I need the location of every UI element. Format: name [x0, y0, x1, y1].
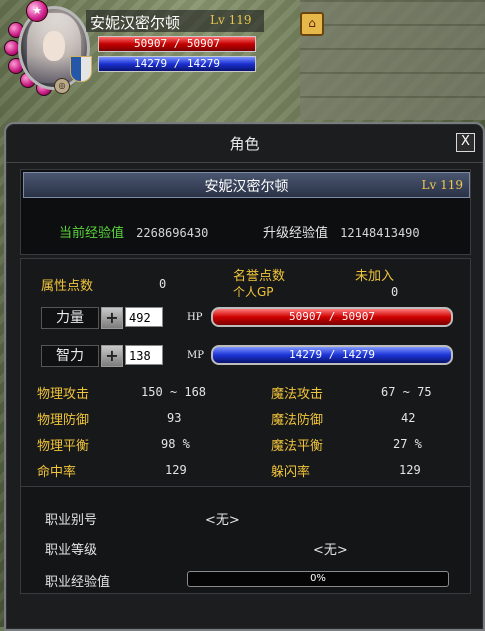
- mp-label: MP: [187, 350, 204, 361]
- character-name: 安妮汉密尔顿: [204, 179, 289, 195]
- hit-value: 129: [165, 463, 187, 477]
- close-button[interactable]: X: [456, 133, 475, 152]
- personal-gp-value: 0: [391, 285, 399, 299]
- current-exp-value: 2268696430: [136, 226, 209, 240]
- hud-name-plate: 安妮汉密尔顿 Lv 119: [86, 10, 264, 32]
- mag-def-value: 42: [401, 411, 416, 425]
- phys-attack-value: 150 ~ 168: [141, 385, 207, 399]
- house-icon[interactable]: ⌂: [300, 12, 324, 36]
- phys-balance-value: 98 %: [161, 437, 190, 451]
- upgrade-exp-value: 12148413490: [340, 226, 420, 240]
- level-gem-icon: ★: [26, 0, 48, 22]
- upgrade-exp-label: 升级经验值: [263, 226, 329, 241]
- mag-attack-value: 67 ~ 75: [381, 385, 432, 399]
- job-alias-label: 职业别号: [45, 513, 98, 528]
- player-hud: ★ ◎ 安妮汉密尔顿 Lv 119 50907 / 50907 14279 / …: [0, 0, 300, 100]
- hp-label: HP: [187, 312, 203, 323]
- job-alias-value: <无>: [205, 513, 240, 528]
- hit-label: 命中率: [37, 465, 77, 480]
- character-info-box: 安妮汉密尔顿 Lv 119 当前经验值 2268696430 升级经验值 121…: [20, 169, 471, 255]
- hud-mp-bar: 14279 / 14279: [98, 56, 256, 72]
- job-info-box: 职业别号 <无> 职业等级 <无> 职业经验值 0%: [20, 486, 471, 594]
- attr-points-value: 0: [159, 277, 167, 291]
- job-level-value: <无>: [313, 543, 348, 558]
- mag-def-label: 魔法防御: [271, 413, 324, 428]
- personal-gp-label: 个人GP: [233, 285, 274, 299]
- intelligence-plus-button[interactable]: +: [101, 345, 123, 367]
- attr-points-label: 属性点数: [41, 279, 94, 294]
- close-icon: X: [461, 134, 470, 149]
- intelligence-value: 138: [125, 345, 163, 365]
- plus-icon: +: [105, 308, 119, 327]
- phys-attack-label: 物理攻击: [37, 387, 90, 402]
- character-panel: 角色 X 安妮汉密尔顿 Lv 119 当前经验值 2268696430 升级经验…: [4, 122, 485, 631]
- hud-player-name: 安妮汉密尔顿: [90, 14, 181, 32]
- strength-plus-button[interactable]: +: [101, 307, 123, 329]
- menu-badge-icon[interactable]: ◎: [54, 78, 70, 94]
- stats-box: 属性点数 0 名誉点数 个人GP 未加入 0 力量 + 492 HP 50907…: [20, 258, 471, 490]
- character-name-bar: 安妮汉密尔顿 Lv 119: [23, 172, 470, 198]
- phys-balance-label: 物理平衡: [37, 439, 90, 454]
- job-exp-text: 0%: [310, 573, 326, 584]
- mag-attack-label: 魔法攻击: [271, 387, 324, 402]
- dodge-label: 躲闪率: [271, 465, 311, 480]
- job-exp-bar: 0%: [187, 571, 449, 587]
- hud-level: Lv 119: [210, 13, 252, 27]
- mp-bar: 14279 / 14279: [211, 345, 453, 365]
- dodge-value: 129: [399, 463, 421, 477]
- panel-title: 角色: [229, 135, 260, 153]
- stone-wall-scenery: [300, 0, 485, 120]
- reputation-label: 名誉点数: [233, 269, 286, 284]
- character-level: Lv 119: [421, 178, 463, 192]
- hud-hp-bar: 50907 / 50907: [98, 36, 256, 52]
- job-exp-label: 职业经验值: [45, 575, 111, 590]
- phys-def-value: 93: [167, 411, 182, 425]
- current-exp-label: 当前经验值: [59, 226, 125, 241]
- reputation-value: 未加入: [355, 269, 395, 284]
- strength-label: 力量: [41, 307, 99, 329]
- panel-title-bar[interactable]: 角色 X: [6, 124, 483, 163]
- mag-balance-value: 27 %: [393, 437, 422, 451]
- mag-balance-label: 魔法平衡: [271, 439, 324, 454]
- intelligence-label: 智力: [41, 345, 99, 367]
- plus-icon: +: [105, 346, 119, 365]
- job-level-label: 职业等级: [45, 543, 98, 558]
- hp-bar: 50907 / 50907: [211, 307, 453, 327]
- strength-value: 492: [125, 307, 163, 327]
- guild-shield-icon[interactable]: [70, 56, 92, 82]
- phys-def-label: 物理防御: [37, 413, 90, 428]
